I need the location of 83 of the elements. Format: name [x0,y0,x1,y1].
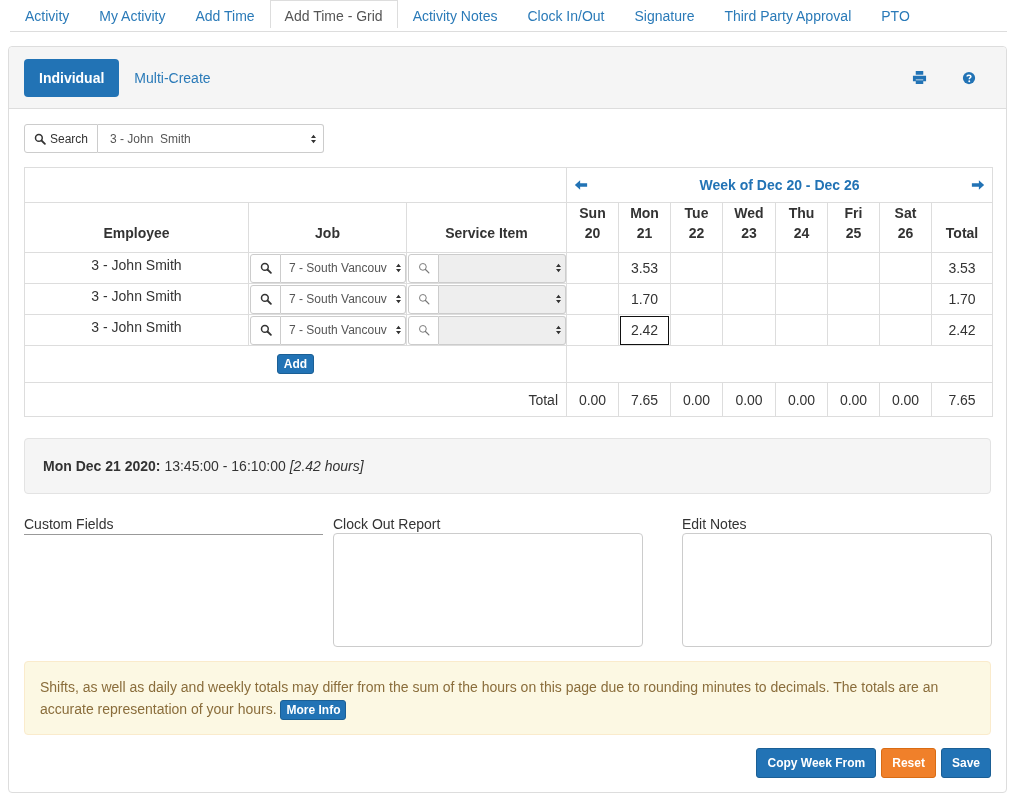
next-week-button[interactable] [971,178,986,192]
column-header: Employee [103,225,170,241]
day-header: Tue 22 [684,204,709,243]
field-label: Edit Notes [682,516,748,533]
search-icon [259,262,272,274]
day-header: Sun 20 [579,204,606,243]
action-button[interactable]: Save [940,748,991,778]
table-cell: 3 - John Smith [91,288,182,304]
hours-cell[interactable]: 2.42 [620,316,669,345]
search-button[interactable] [250,284,281,314]
table-cell: 3 - John Smith [91,319,182,335]
search-button[interactable]: Search [24,124,99,153]
action-button[interactable]: Copy Week From [756,748,877,778]
tab[interactable]: Third Party Approval [709,0,867,27]
day-header: Thu 24 [788,204,815,243]
print-icon [912,70,927,85]
table-cell: 0.00 [578,391,607,408]
print-button[interactable] [912,70,927,85]
arrow-left-icon [574,178,588,192]
column-header: Total [945,225,979,241]
tab[interactable]: My Activity [84,0,181,27]
section-label: Custom Fields [24,516,323,535]
table-cell: 0.00 [891,391,920,408]
table-cell: 7.65 [630,391,659,408]
search-icon [417,293,430,305]
hours-cell[interactable]: 3.53 [620,254,669,282]
select-arrows-icon [395,294,402,304]
search-icon [259,324,272,336]
more-info-button[interactable]: More Info [280,700,347,720]
select-arrows-icon [395,263,402,273]
tab[interactable]: PTO [866,0,925,27]
tab[interactable]: Clock In/Out [512,0,620,27]
table-cell: 3.53 [948,260,976,276]
search-icon [417,262,430,274]
mode-tab[interactable]: Individual [24,58,120,97]
table-cell: 0.00 [839,391,868,408]
table-cell: 3 - John Smith [91,257,182,273]
table-cell: 1.70 [948,291,976,307]
field-label: Clock Out Report [333,516,442,533]
search-icon [259,293,272,305]
day-header: Mon 21 [630,204,659,243]
day-header: Fri 25 [844,204,863,243]
hours-cell[interactable]: 1.70 [620,285,669,313]
week-label: Week of Dec 20 - Dec 26 [699,177,860,193]
table-cell: 0.00 [682,391,711,408]
day-header: Wed 23 [734,204,764,243]
search-button[interactable] [250,315,281,345]
select-arrows-icon [395,325,402,335]
table-cell: 0.00 [787,391,816,408]
help-button[interactable] [962,70,976,85]
job-select[interactable]: 7 - South Vancouv [281,284,406,314]
job-select[interactable]: 7 - South Vancouv [281,253,406,283]
tab[interactable]: Add Time - Grid [269,0,398,28]
add-button[interactable]: Add [276,354,315,374]
mode-tab[interactable]: Multi-Create [119,58,226,97]
search-icon [417,324,430,336]
select-arrows-icon [310,133,317,144]
edit-notes-field[interactable] [682,533,992,647]
table-cell: 7.65 [948,391,976,408]
alert-message: Shifts, as well as daily and weekly totals may differ from the sum of the hours on this page due to rounding minutes to decimals. The totals are an accurate representation of your hours. More Info [40,676,975,720]
clock-out-report-field[interactable] [333,533,643,647]
search-icon [34,132,46,145]
tab[interactable]: Signature [619,0,710,27]
search-button[interactable] [250,253,281,283]
arrow-right-icon [971,178,986,192]
table-cell: 2.42 [948,322,976,338]
table-cell: 0.00 [735,391,763,408]
column-header: Job [315,225,340,241]
action-button[interactable]: Reset [881,748,936,778]
select-arrows-icon [555,294,562,304]
tab[interactable]: Add Time [180,0,270,27]
help-icon [962,70,976,85]
day-header: Sat 26 [894,204,917,243]
select-arrows-icon [555,325,562,335]
total-label: Total [528,391,558,408]
shift-summary: Mon Dec 21 2020: 13:45:00 - 16:10:00 [2.42 hours] [43,458,364,474]
job-select[interactable]: 7 - South Vancouv [281,315,406,345]
column-header: Service Item [445,225,528,241]
tab[interactable]: Activity Notes [397,0,513,27]
previous-week-button[interactable] [574,178,588,192]
select-arrows-icon [555,263,562,273]
tab[interactable]: Activity [10,0,85,27]
employee-select[interactable]: 3 - John Smith [98,124,324,153]
